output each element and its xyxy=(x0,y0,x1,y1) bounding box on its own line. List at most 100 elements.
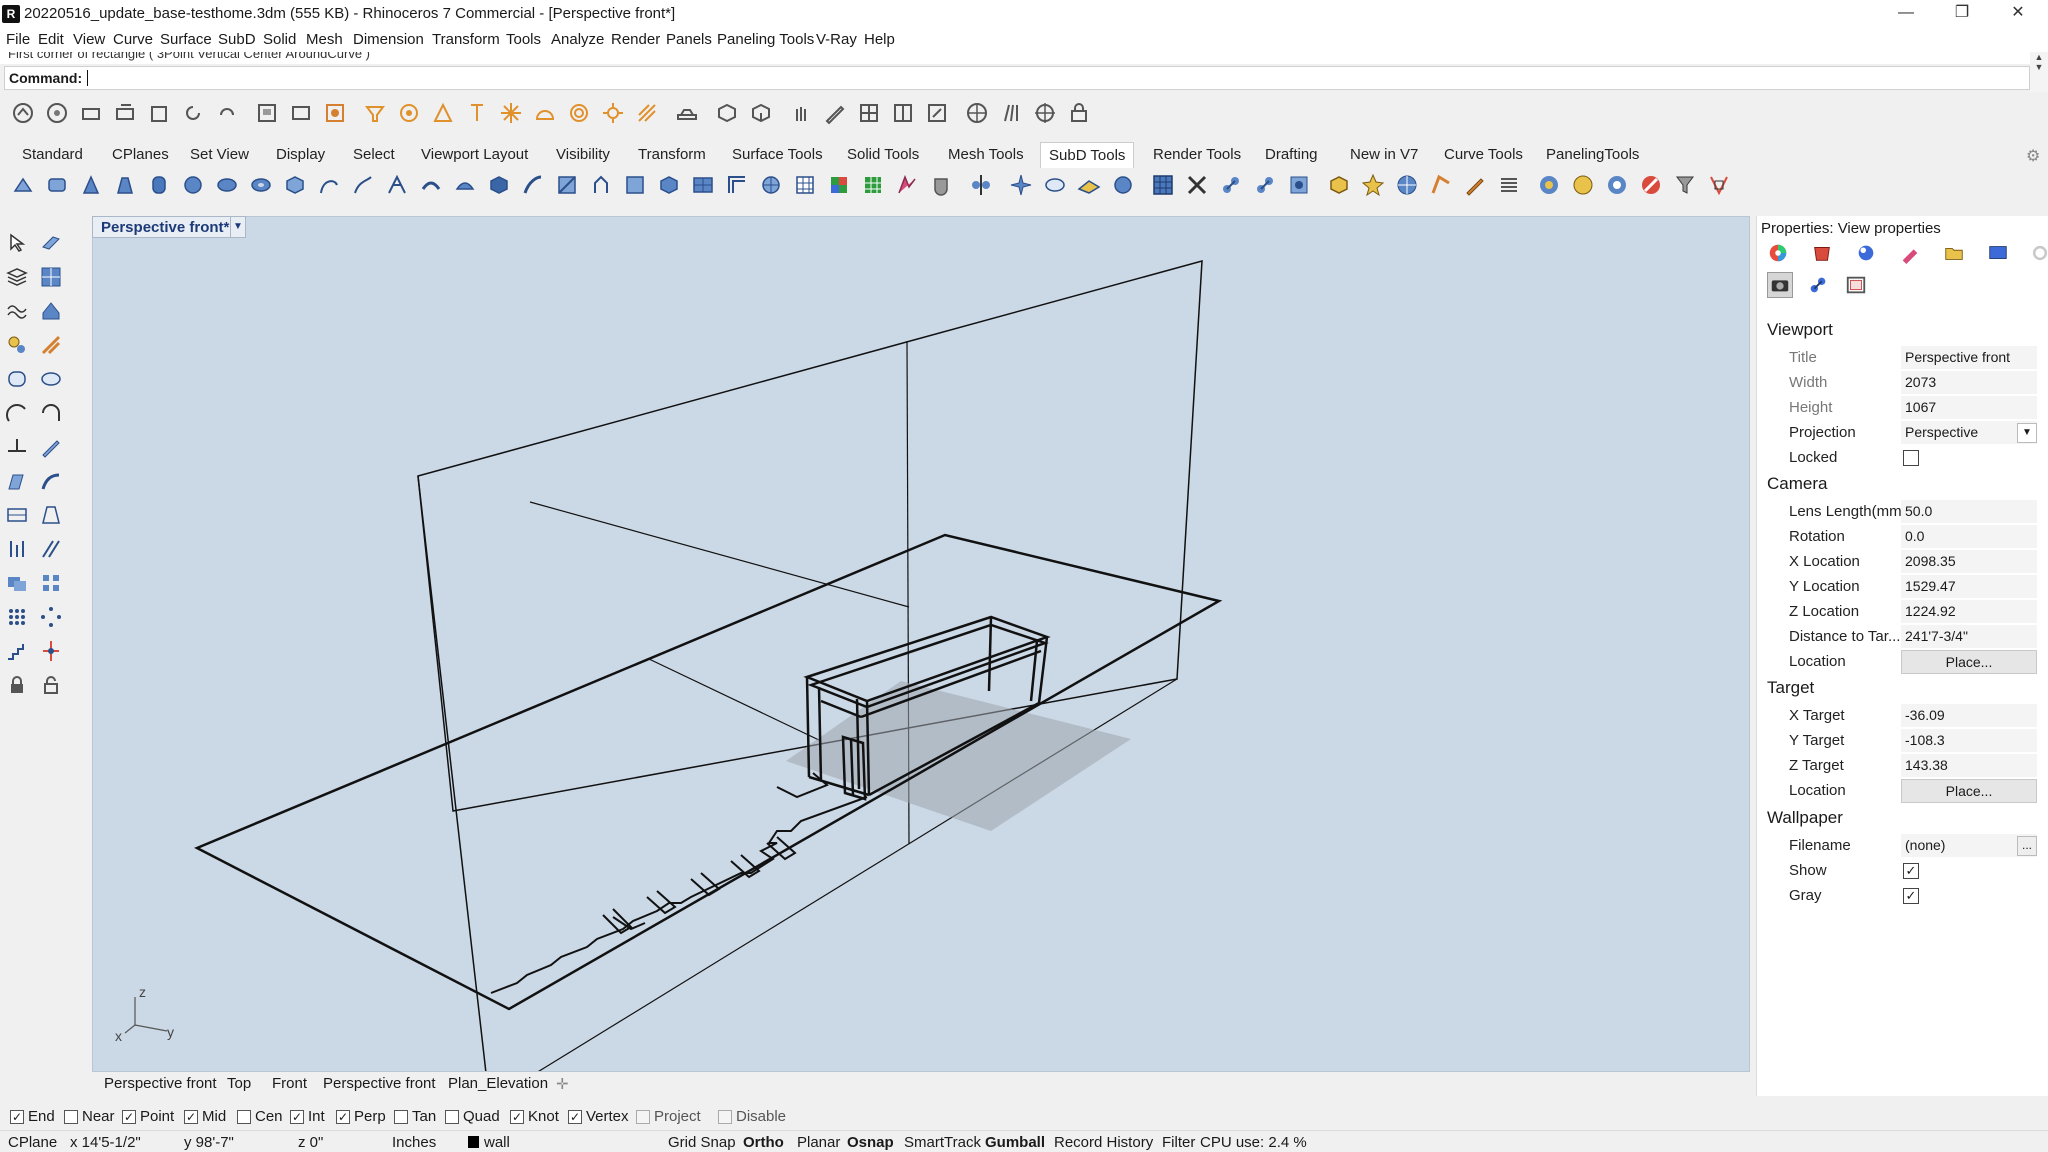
tab-panelingtools[interactable]: PanelingTools xyxy=(1546,146,1639,163)
subd-mesh-grid-icon[interactable] xyxy=(758,172,784,198)
tab-surface-tools[interactable]: Surface Tools xyxy=(732,146,823,163)
new-icon[interactable] xyxy=(10,100,36,126)
osnap-project[interactable]: Project xyxy=(636,1108,701,1125)
subd-display-icon[interactable] xyxy=(1150,172,1176,198)
menu-file[interactable]: File xyxy=(6,31,30,48)
camera-icon[interactable] xyxy=(1767,272,1793,298)
grid-array-icon[interactable] xyxy=(38,570,64,596)
osnap-tan-checkbox[interactable] xyxy=(394,1109,408,1124)
tab-display[interactable]: Display xyxy=(276,146,325,163)
lock-left-icon[interactable] xyxy=(4,672,30,698)
tab-set-view[interactable]: Set View xyxy=(190,146,249,163)
select-arrow-icon[interactable] xyxy=(4,230,30,256)
box-icon[interactable] xyxy=(714,100,740,126)
subd-filter-icon[interactable] xyxy=(1672,172,1698,198)
status-record-history[interactable]: Record History xyxy=(1054,1134,1153,1151)
polar-array-icon[interactable] xyxy=(38,604,64,630)
lock-icon[interactable] xyxy=(1066,100,1092,126)
stairs-icon[interactable] xyxy=(4,638,30,664)
lines-icon[interactable] xyxy=(998,100,1024,126)
sweep-icon[interactable] xyxy=(38,468,64,494)
viewport-menu-chevron-icon[interactable]: ▼ xyxy=(230,216,246,238)
menu-vray[interactable]: V-Ray xyxy=(816,31,857,48)
materials-icon[interactable] xyxy=(322,100,348,126)
subd-insert-edge-icon[interactable] xyxy=(554,172,580,198)
open-icon[interactable] xyxy=(44,100,70,126)
status-smarttrack[interactable]: SmartTrack xyxy=(904,1134,981,1151)
subd-offset-icon[interactable] xyxy=(486,172,512,198)
subd-sweep1-icon[interactable] xyxy=(316,172,342,198)
prop-ztarget-value[interactable]: 143.38 xyxy=(1901,754,2037,778)
surface-tool-icon[interactable] xyxy=(4,434,30,460)
display-icon[interactable] xyxy=(1985,240,2011,266)
close-button[interactable]: ✕ xyxy=(1990,0,2046,28)
subd-gold-ball-icon[interactable] xyxy=(1570,172,1596,198)
status-layer[interactable]: wall xyxy=(484,1134,510,1151)
point-light-icon[interactable] xyxy=(396,100,422,126)
grid-icon[interactable] xyxy=(856,100,882,126)
tab-transform[interactable]: Transform xyxy=(638,146,706,163)
directional-light-icon[interactable] xyxy=(430,100,456,126)
tab-mesh-tools[interactable]: Mesh Tools xyxy=(948,146,1024,163)
rhino-app-icon[interactable]: R xyxy=(2,5,20,23)
subd-delete-icon[interactable] xyxy=(1638,172,1664,198)
osnap-vertex-checkbox[interactable]: ✓ xyxy=(568,1109,582,1124)
menu-tools[interactable]: Tools xyxy=(506,31,541,48)
color-wheel-icon[interactable] xyxy=(1765,240,1791,266)
subd-sphere-icon[interactable] xyxy=(180,172,206,198)
unlock-icon[interactable] xyxy=(38,672,64,698)
gear-icon[interactable] xyxy=(2027,240,2048,266)
layers-stack-icon[interactable] xyxy=(4,264,30,290)
subd-crease-icon[interactable] xyxy=(622,172,648,198)
viewport-title[interactable]: Perspective front* xyxy=(92,216,239,238)
viewport[interactable]: z y x xyxy=(92,216,1750,1072)
add-tab-icon[interactable]: ✛ xyxy=(556,1075,569,1093)
prop-ytarget-value[interactable]: -108.3 xyxy=(1901,729,2037,753)
arc-edit-icon[interactable] xyxy=(38,400,64,426)
subd-gold-box-icon[interactable] xyxy=(1326,172,1352,198)
subd-rounded-icon[interactable] xyxy=(1042,172,1068,198)
viewport-frame-icon[interactable] xyxy=(1843,272,1869,298)
named-views-icon[interactable] xyxy=(1805,272,1831,298)
osnap-near-checkbox[interactable] xyxy=(64,1109,78,1124)
layers-icon[interactable] xyxy=(288,100,314,126)
subd-paint-icon[interactable] xyxy=(1462,172,1488,198)
vp-tab-perspective-front[interactable]: Perspective front xyxy=(104,1075,217,1092)
spotlight-icon[interactable] xyxy=(362,100,388,126)
osnap-int-checkbox[interactable]: ✓ xyxy=(290,1109,304,1124)
osnap-point[interactable]: ✓ Point xyxy=(122,1108,174,1125)
subd-sweep2-icon[interactable] xyxy=(350,172,376,198)
status-grid-snap[interactable]: Grid Snap xyxy=(668,1134,736,1151)
browse-button[interactable]: ... xyxy=(2017,836,2037,856)
tab-visibility[interactable]: Visibility xyxy=(556,146,610,163)
subd-loft-icon[interactable] xyxy=(282,172,308,198)
subd-gold-star-icon[interactable] xyxy=(1360,172,1386,198)
curves-icon[interactable] xyxy=(4,298,30,324)
toolbar-settings-icon[interactable]: ⚙ xyxy=(2026,146,2040,166)
osnap-mid-checkbox[interactable]: ✓ xyxy=(184,1109,198,1124)
menu-subd[interactable]: SubD xyxy=(218,31,256,48)
menu-help[interactable]: Help xyxy=(864,31,895,48)
globe-icon[interactable] xyxy=(964,100,990,126)
projection-chevron-down-icon[interactable]: ▼ xyxy=(2017,423,2037,443)
restore-button[interactable]: ❐ xyxy=(1934,0,1990,28)
shear-icon[interactable] xyxy=(38,536,64,562)
taper-icon[interactable] xyxy=(38,502,64,528)
osnap-tan[interactable]: Tan xyxy=(394,1108,436,1125)
status-filter[interactable]: Filter xyxy=(1162,1134,1195,1151)
osnap-mid[interactable]: ✓ Mid xyxy=(184,1108,226,1125)
environment-icon[interactable] xyxy=(566,100,592,126)
subd-green-grid-icon[interactable] xyxy=(860,172,886,198)
osnap-perp[interactable]: ✓ Perp xyxy=(336,1108,386,1125)
tab-curve-tools[interactable]: Curve Tools xyxy=(1444,146,1523,163)
menu-panels[interactable]: Panels xyxy=(666,31,712,48)
subd-blue-gold-icon[interactable] xyxy=(1536,172,1562,198)
prop-lens-value[interactable]: 50.0 xyxy=(1901,500,2037,524)
menu-paneling-tools[interactable]: Paneling Tools xyxy=(717,31,814,48)
hand-icon[interactable] xyxy=(788,100,814,126)
subd-star-icon[interactable] xyxy=(1008,172,1034,198)
subd-merge-icon[interactable] xyxy=(690,172,716,198)
ground-plane-icon[interactable] xyxy=(634,100,660,126)
camera-place-button[interactable]: Place... xyxy=(1901,650,2037,674)
menu-curve[interactable]: Curve xyxy=(113,31,153,48)
